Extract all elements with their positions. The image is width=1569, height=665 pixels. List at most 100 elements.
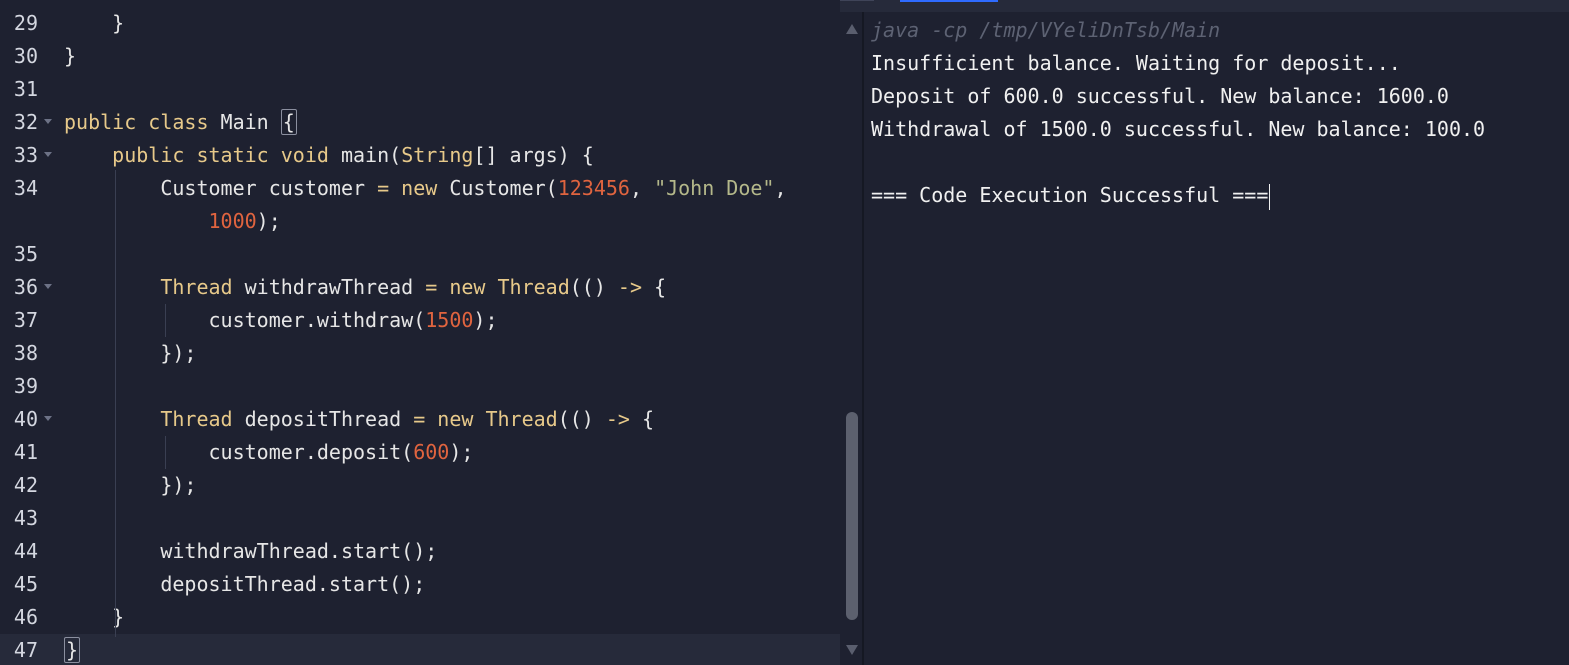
- code-token: Main: [208, 110, 281, 134]
- scroll-up-arrow-icon[interactable]: [846, 24, 858, 34]
- code-line[interactable]: 29 }: [0, 7, 840, 40]
- line-number: 47: [13, 638, 38, 662]
- line-number: 41: [13, 440, 38, 464]
- code-token: }: [64, 11, 125, 35]
- code-token: ->: [605, 407, 630, 431]
- text-cursor: [1269, 183, 1271, 210]
- code-token: Thread: [485, 407, 558, 431]
- code-token: depositThread.start();: [64, 572, 426, 596]
- code-text: public class Main {: [64, 106, 297, 139]
- code-line[interactable]: 31: [0, 73, 840, 106]
- code-line[interactable]: 37 customer.withdraw(1500);: [0, 304, 840, 337]
- code-line[interactable]: 33 public static void main(String[] args…: [0, 139, 840, 172]
- code-text: });: [64, 337, 196, 370]
- code-token: new: [449, 275, 486, 299]
- line-number: 42: [13, 473, 38, 497]
- code-token: 600: [413, 440, 450, 464]
- indent-guide: [165, 436, 166, 469]
- matched-brace: {: [280, 109, 297, 135]
- code-token: withdrawThread.start();: [64, 539, 438, 563]
- code-text: public static void main(String[] args) {: [64, 139, 594, 172]
- output-console: java -cp /tmp/VYeliDnTsb/Main Insufficie…: [864, 12, 1569, 665]
- code-token: );: [473, 308, 498, 332]
- output-status-line: === Code Execution Successful ===: [871, 179, 1271, 212]
- code-text: }: [64, 634, 81, 665]
- code-text: depositThread.start();: [64, 568, 425, 601]
- code-token: void: [280, 143, 329, 167]
- code-token: new: [437, 407, 474, 431]
- output-line: Deposit of 600.0 successful. New balance…: [871, 84, 1449, 108]
- code-text: customer.deposit(600);: [64, 436, 473, 469]
- code-text: Thread depositThread = new Thread(() -> …: [64, 403, 654, 436]
- run-button-edge[interactable]: [900, 0, 998, 2]
- fold-arrow-icon[interactable]: [44, 284, 52, 289]
- code-token: ((): [557, 407, 606, 431]
- code-token: "John Doe": [654, 176, 775, 200]
- code-line[interactable]: 46 }: [0, 601, 840, 634]
- line-number: 34: [13, 176, 38, 200]
- code-line[interactable]: 1000);: [0, 205, 840, 238]
- matched-brace: }: [64, 637, 81, 663]
- code-token: Customer(: [437, 176, 558, 200]
- code-line[interactable]: 40 Thread depositThread = new Thread(() …: [0, 403, 840, 436]
- code-line[interactable]: 34 Customer customer = new Customer(1234…: [0, 172, 840, 205]
- fold-arrow-icon[interactable]: [44, 416, 52, 421]
- code-token: =: [377, 176, 390, 200]
- code-line[interactable]: 41 customer.deposit(600);: [0, 436, 840, 469]
- scrollbar-thumb[interactable]: [846, 412, 858, 620]
- line-number: 43: [13, 506, 38, 530]
- indent-guide: [165, 304, 166, 337]
- line-number: 45: [13, 572, 38, 596]
- code-token: ->: [617, 275, 643, 299]
- fold-arrow-icon[interactable]: [44, 152, 52, 157]
- line-number: 37: [13, 308, 38, 332]
- code-token: });: [64, 473, 197, 497]
- code-token: static: [196, 143, 269, 167]
- code-line[interactable]: 32 public class Main {: [0, 106, 840, 139]
- code-token: ,: [629, 176, 655, 200]
- code-token: withdrawThread: [232, 275, 426, 299]
- code-text: 1000);: [64, 205, 281, 238]
- code-token: {: [629, 407, 655, 431]
- code-token: customer.withdraw(: [64, 308, 426, 332]
- code-token: 1000: [208, 209, 257, 233]
- code-line[interactable]: 47}: [0, 634, 840, 665]
- code-token: }: [64, 44, 77, 68]
- code-editor[interactable]: 29 } 30} 31 32 public class Main {33 public …: [0, 0, 840, 665]
- indent-guide: [115, 170, 116, 637]
- code-token: Thread: [160, 407, 233, 431]
- output-line: Insufficient balance. Waiting for deposi…: [871, 51, 1401, 75]
- code-line[interactable]: 42 });: [0, 469, 840, 502]
- line-number: 35: [13, 242, 38, 266]
- editor-scrollbar[interactable]: [840, 12, 863, 665]
- code-line[interactable]: 44 withdrawThread.start();: [0, 535, 840, 568]
- code-token: Customer customer: [64, 176, 378, 200]
- code-token: String: [401, 143, 474, 167]
- line-number: 32: [13, 110, 38, 134]
- code-line[interactable]: 30}: [0, 40, 840, 73]
- code-text: withdrawThread.start();: [64, 535, 437, 568]
- line-number: 40: [13, 407, 38, 431]
- code-token: new: [401, 176, 438, 200]
- code-line[interactable]: 36 Thread withdrawThread = new Thread(()…: [0, 271, 840, 304]
- code-token: );: [256, 209, 281, 233]
- code-line[interactable]: 39: [0, 370, 840, 403]
- code-token: ((): [569, 275, 618, 299]
- code-line[interactable]: 45 depositThread.start();: [0, 568, 840, 601]
- code-token: public: [112, 143, 185, 167]
- scroll-down-arrow-icon[interactable]: [846, 645, 858, 655]
- code-token: 123456: [557, 176, 630, 200]
- code-token: Thread: [160, 275, 233, 299]
- code-token: public: [64, 110, 137, 134]
- code-text: Customer customer = new Customer(123456,…: [64, 172, 786, 205]
- code-line[interactable]: 35: [0, 238, 840, 271]
- code-line[interactable]: 43: [0, 502, 840, 535]
- line-number: 36: [13, 275, 38, 299]
- fold-arrow-icon[interactable]: [44, 119, 52, 124]
- code-line[interactable]: 38 });: [0, 337, 840, 370]
